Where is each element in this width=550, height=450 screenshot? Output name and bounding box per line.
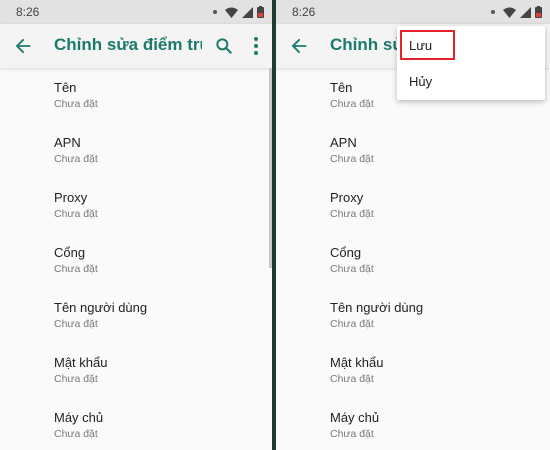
field-port[interactable]: Cổng Chưa đặt xyxy=(54,245,98,276)
status-bar: 8:26 xyxy=(276,0,550,24)
field-summary: Chưa đặt xyxy=(330,263,374,275)
notification-dot-icon xyxy=(491,10,495,14)
field-summary: Chưa đặt xyxy=(54,318,98,330)
field-title: Tên người dùng xyxy=(330,300,424,315)
status-bar: 8:26 xyxy=(0,0,272,24)
notification-dot-icon xyxy=(213,10,217,14)
field-server[interactable]: Máy chủ Chưa đặt xyxy=(330,410,379,441)
field-summary: Chưa đặt xyxy=(54,373,98,385)
field-summary: Chưa đặt xyxy=(54,263,98,275)
field-summary: Chưa đặt xyxy=(330,153,374,165)
field-name[interactable]: Tên Chưa đặt xyxy=(330,80,374,111)
field-username[interactable]: Tên người dùng Chưa đặt xyxy=(330,300,423,331)
battery-icon xyxy=(257,6,264,18)
scrollbar[interactable] xyxy=(269,68,272,268)
app-bar: Chỉnh sửa điểm truy cập xyxy=(0,24,272,68)
field-title: Cổng xyxy=(54,245,86,260)
field-summary: Chưa đặt xyxy=(330,428,374,440)
wifi-icon xyxy=(225,7,238,18)
field-port[interactable]: Cổng Chưa đặt xyxy=(330,245,374,276)
signal-icon xyxy=(242,6,253,18)
field-proxy[interactable]: Proxy Chưa đặt xyxy=(54,190,98,221)
field-title: APN xyxy=(330,135,357,150)
field-title: Tên xyxy=(54,80,77,95)
field-summary: Chưa đặt xyxy=(54,153,98,165)
field-summary: Chưa đặt xyxy=(54,208,98,220)
status-icons xyxy=(491,6,542,18)
field-apn[interactable]: APN Chưa đặt xyxy=(54,135,98,166)
field-summary: Chưa đặt xyxy=(330,98,374,110)
signal-icon xyxy=(520,6,531,18)
field-title: Tên xyxy=(330,80,353,95)
field-name[interactable]: Tên Chưa đặt xyxy=(54,80,98,111)
status-time: 8:26 xyxy=(16,5,40,19)
field-proxy[interactable]: Proxy Chưa đặt xyxy=(330,190,374,221)
back-arrow-icon[interactable] xyxy=(288,35,310,57)
field-title: Proxy xyxy=(54,190,88,205)
field-password[interactable]: Mật khẩu Chưa đặt xyxy=(330,355,383,386)
back-arrow-icon[interactable] xyxy=(12,35,34,57)
menu-item-save[interactable]: Lưu xyxy=(409,38,432,53)
left-screen: 8:26 Chỉnh sửa điểm truy cập Tên Chưa đặ… xyxy=(0,0,272,450)
field-title: APN xyxy=(54,135,81,150)
page-title: Chỉnh sửa điểm truy cập xyxy=(330,35,404,54)
search-icon[interactable] xyxy=(214,36,234,56)
field-summary: Chưa đặt xyxy=(330,318,374,330)
field-username[interactable]: Tên người dùng Chưa đặt xyxy=(54,300,147,331)
field-server[interactable]: Máy chủ Chưa đặt xyxy=(54,410,103,441)
field-apn[interactable]: APN Chưa đặt xyxy=(330,135,374,166)
battery-icon xyxy=(535,6,542,18)
status-time: 8:26 xyxy=(292,5,316,19)
overflow-menu: Lưu Hủy xyxy=(397,26,545,100)
field-title: Mật khẩu xyxy=(54,355,108,370)
field-summary: Chưa đặt xyxy=(330,208,374,220)
field-summary: Chưa đặt xyxy=(330,373,374,385)
field-summary: Chưa đặt xyxy=(54,428,98,440)
more-vert-icon[interactable] xyxy=(248,36,264,56)
field-title: Mật khẩu xyxy=(330,355,384,370)
wifi-icon xyxy=(503,7,516,18)
field-summary: Chưa đặt xyxy=(54,98,98,110)
field-title: Proxy xyxy=(330,190,364,205)
status-icons xyxy=(213,6,264,18)
field-title: Tên người dùng xyxy=(54,300,148,315)
field-title: Cổng xyxy=(330,245,362,260)
field-title: Máy chủ xyxy=(54,410,104,425)
field-title: Máy chủ xyxy=(330,410,380,425)
menu-item-cancel[interactable]: Hủy xyxy=(409,74,432,89)
page-title: Chỉnh sửa điểm truy cập xyxy=(54,35,202,54)
field-password[interactable]: Mật khẩu Chưa đặt xyxy=(54,355,107,386)
